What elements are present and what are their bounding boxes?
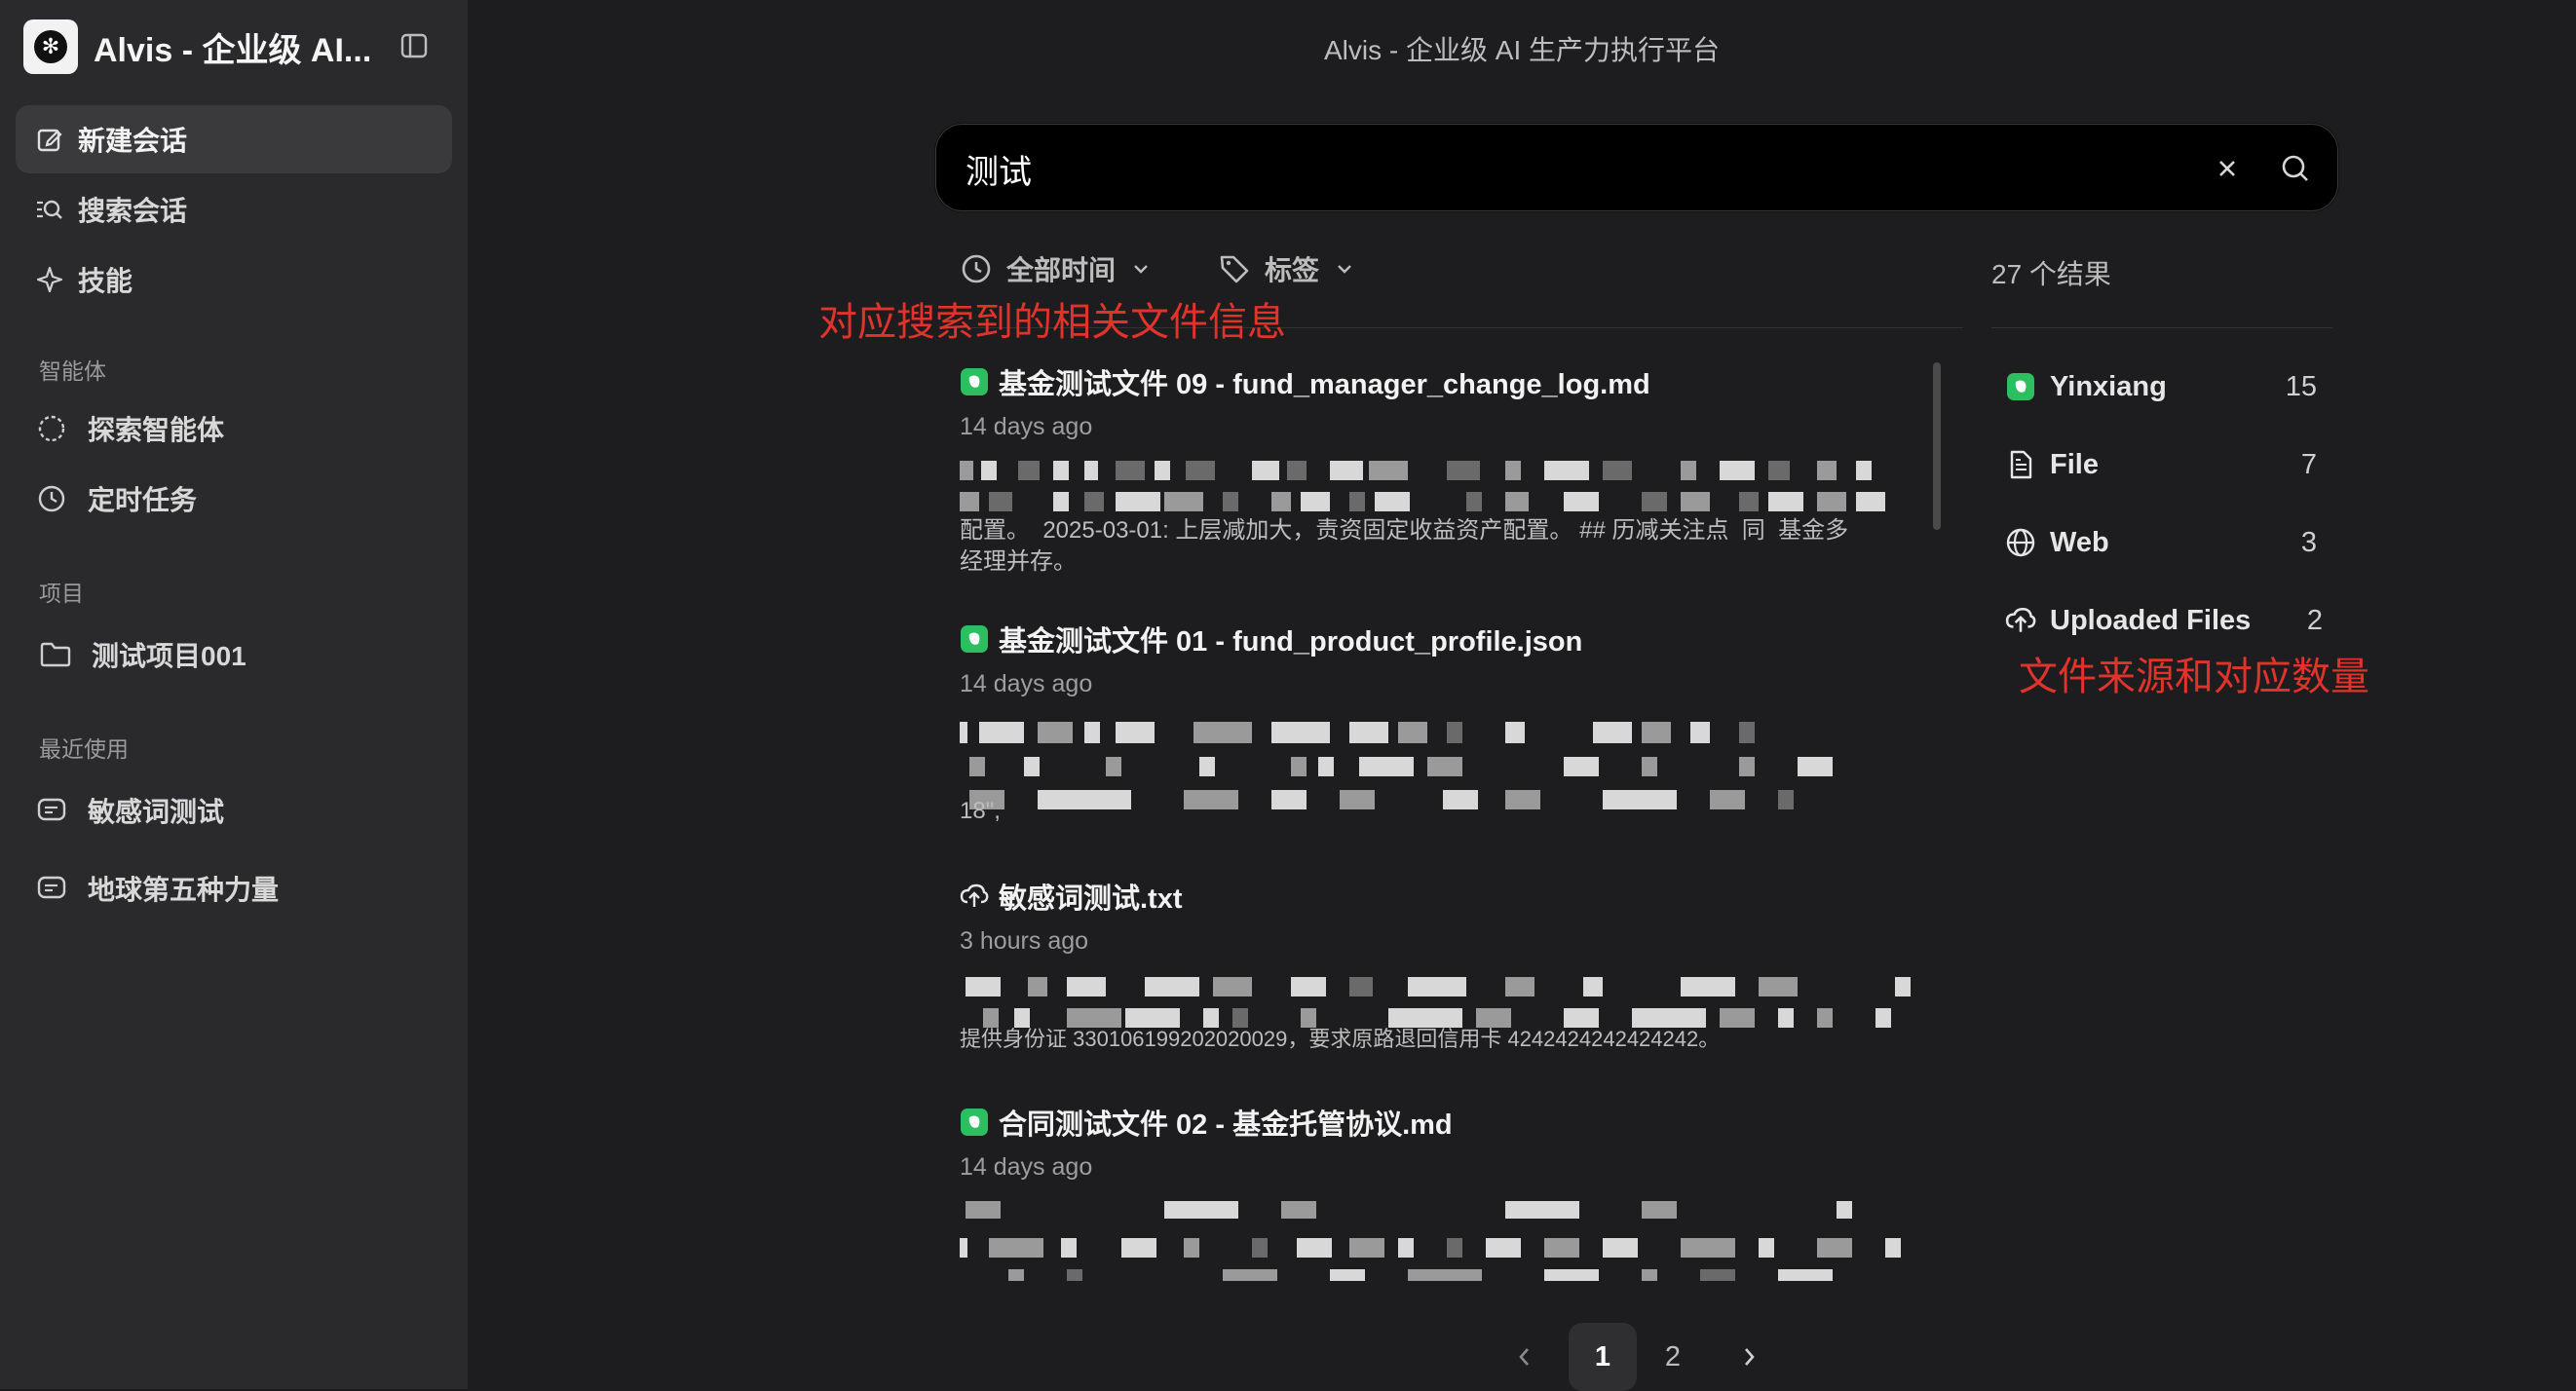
sidebar-item-label: 定时任务	[88, 485, 198, 515]
annotation-results: 对应搜索到的相关文件信息	[818, 301, 1286, 344]
brand[interactable]: ✻ Alvis - 企业级 AI...	[23, 19, 371, 74]
chat-icon	[35, 872, 68, 905]
upload-cloud-icon	[960, 882, 989, 911]
search-bar	[935, 124, 2338, 212]
source-name: Web	[2050, 526, 2109, 558]
snippet-text: 18",	[960, 798, 1001, 824]
sidebar-item-label: 敏感词测试	[88, 797, 225, 827]
result-item[interactable]: 合同测试文件 02 - 基金托管协议.md 14 days ago	[960, 1103, 1914, 1293]
source-name: Uploaded Files	[2050, 604, 2252, 636]
evernote-icon	[960, 367, 989, 396]
file-text-icon	[2005, 449, 2036, 480]
tag-filter-label: 标签	[1265, 255, 1320, 285]
nav-new-chat[interactable]: 新建会话	[16, 105, 452, 173]
result-title-row[interactable]: 敏感词测试.txt	[960, 877, 1914, 916]
edit-icon	[35, 125, 64, 154]
nav-label: 新建会话	[78, 126, 188, 156]
clock-icon	[35, 482, 68, 515]
result-item[interactable]: 基金测试文件 01 - fund_product_profile.json 14…	[960, 620, 1914, 827]
nav-search-chats[interactable]: 搜索会话	[16, 175, 452, 244]
search-icon[interactable]	[2279, 152, 2312, 185]
sparkle-icon	[35, 265, 64, 294]
search-list-icon	[35, 195, 64, 224]
chevron-down-icon	[1335, 259, 1354, 279]
divider	[1991, 327, 2332, 328]
clear-search-icon[interactable]	[2213, 154, 2242, 183]
source-web[interactable]: Web 3	[2005, 518, 2317, 567]
sidebar-toggle-icon[interactable]	[399, 31, 429, 60]
nav-label: 搜索会话	[78, 196, 188, 226]
app-logo: ✻	[23, 19, 78, 74]
annotation-sources: 文件来源和对应数量	[2019, 656, 2369, 698]
upload-cloud-icon	[2005, 605, 2036, 636]
result-title: 合同测试文件 02 - 基金托管协议.md	[999, 1109, 1453, 1141]
evernote-icon	[960, 1108, 989, 1137]
source-uploaded-files[interactable]: Uploaded Files 2	[2005, 596, 2323, 645]
results-scrollbar[interactable]	[1933, 362, 1941, 530]
pagination-prev-icon[interactable]	[1491, 1323, 1559, 1391]
source-count: 2	[2306, 604, 2323, 636]
result-snippet	[960, 1195, 1914, 1293]
logo-mark-icon: ✻	[34, 30, 67, 63]
globe-icon	[2005, 527, 2036, 558]
section-label-recent: 最近使用	[39, 736, 129, 762]
folder-icon	[39, 638, 72, 671]
result-title: 敏感词测试.txt	[999, 883, 1183, 915]
snippet-text: 配置。 2025-03-01: 上层减加大，责资固定收益资产配置。 ## 历减关…	[960, 517, 1849, 575]
result-snippet: 提供身份证 330106199202020029，要求原路退回信用卡 42424…	[960, 969, 1914, 1059]
sidebar-item-recent-chat[interactable]: 敏感词测试	[35, 781, 224, 840]
brand-title: Alvis - 企业级 AI...	[94, 31, 372, 69]
clock-icon	[960, 252, 993, 285]
sidebar-item-recent-chat[interactable]: 地球第五种力量	[35, 859, 279, 918]
result-item[interactable]: 敏感词测试.txt 3 hours ago 提供身份证 330106199202…	[960, 877, 1914, 1059]
evernote-icon	[960, 624, 989, 654]
time-filter-dropdown[interactable]: 全部时间	[960, 249, 1151, 288]
chat-icon	[35, 794, 68, 827]
result-time: 14 days ago	[960, 670, 1093, 697]
result-time: 14 days ago	[960, 1153, 1093, 1181]
result-snippet: 配置。 2025-03-01: 上层减加大，责资固定收益资产配置。 ## 历减关…	[960, 455, 1914, 580]
source-count: 15	[2285, 370, 2317, 402]
source-name: File	[2050, 448, 2099, 480]
tag-filter-dropdown[interactable]: 标签	[1218, 249, 1354, 288]
sidebar-item-project[interactable]: 测试项目001	[39, 625, 246, 684]
sidebar-item-explore-agents[interactable]: 探索智能体	[35, 399, 224, 458]
result-item[interactable]: 基金测试文件 09 - fund_manager_change_log.md 1…	[960, 362, 1914, 580]
source-file[interactable]: File 7	[2005, 440, 2317, 489]
nav-skills[interactable]: 技能	[16, 245, 452, 314]
source-count: 3	[2300, 526, 2317, 558]
result-title-row[interactable]: 合同测试文件 02 - 基金托管协议.md	[960, 1103, 1914, 1142]
time-filter-label: 全部时间	[1006, 255, 1117, 285]
section-label-agents: 智能体	[39, 358, 106, 384]
sidebar-item-scheduled-tasks[interactable]: 定时任务	[35, 470, 197, 528]
result-time: 3 hours ago	[960, 927, 1089, 955]
chevron-down-icon	[1131, 259, 1151, 279]
results-list: 基金测试文件 09 - fund_manager_change_log.md 1…	[960, 362, 1914, 1297]
source-name: Yinxiang	[2050, 370, 2167, 402]
source-yinxiang[interactable]: Yinxiang 15	[2005, 362, 2317, 411]
source-count: 7	[2300, 448, 2317, 480]
section-label-projects: 项目	[39, 581, 84, 606]
search-input[interactable]	[964, 125, 2137, 212]
pagination-page-2[interactable]: 2	[1639, 1323, 1707, 1391]
tag-icon	[1218, 252, 1251, 285]
result-title-row[interactable]: 基金测试文件 09 - fund_manager_change_log.md	[960, 362, 1914, 401]
result-time: 14 days ago	[960, 413, 1093, 440]
result-title-row[interactable]: 基金测试文件 01 - fund_product_profile.json	[960, 620, 1914, 658]
result-snippet: 18",	[960, 712, 1914, 827]
loader-circle-icon	[35, 412, 68, 445]
evernote-icon	[2005, 371, 2036, 402]
snippet-text: 提供身份证 330106199202020029，要求原路退回信用卡 42424…	[960, 1027, 1721, 1051]
nav-label: 技能	[78, 266, 133, 296]
sidebar-item-label: 测试项目001	[92, 641, 246, 671]
sidebar-item-label: 探索智能体	[88, 415, 225, 445]
result-title: 基金测试文件 09 - fund_manager_change_log.md	[999, 369, 1650, 400]
sidebar-item-label: 地球第五种力量	[88, 875, 280, 905]
pagination-page-1[interactable]: 1	[1569, 1323, 1637, 1391]
pagination-next-icon[interactable]	[1715, 1323, 1783, 1391]
result-title: 基金测试文件 01 - fund_product_profile.json	[999, 626, 1583, 658]
result-count: 27 个结果	[1991, 259, 2111, 289]
window-title: Alvis - 企业级 AI 生产力执行平台	[1323, 35, 1720, 65]
sidebar: ✻ Alvis - 企业级 AI... 新建会话 搜索会话 技能 智能体 探索智…	[0, 0, 468, 1389]
